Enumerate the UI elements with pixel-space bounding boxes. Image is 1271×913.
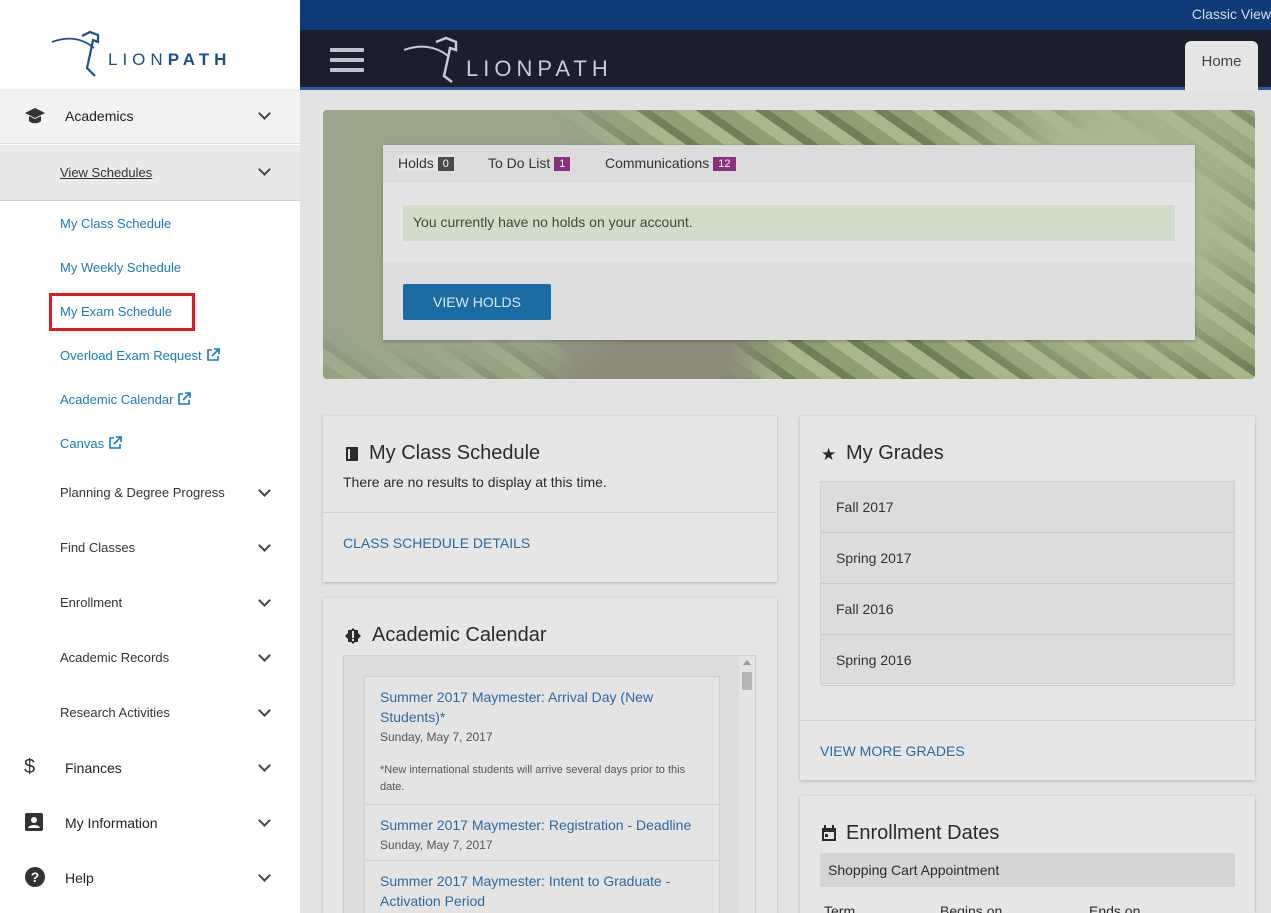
scroll-thumb[interactable] xyxy=(742,672,752,690)
enrollment-dates-card: Enrollment Dates Shopping Cart Appointme… xyxy=(800,796,1255,913)
grade-term-row[interactable]: Fall 2017 xyxy=(821,482,1234,533)
lion-logo-icon xyxy=(403,36,458,83)
book-icon xyxy=(345,446,359,467)
external-link-icon xyxy=(178,392,192,405)
calendar-item-date: Sunday, May 7, 2017 xyxy=(380,838,493,852)
column-term: Term xyxy=(824,903,856,913)
calendar-item-title[interactable]: Summer 2017 Maymester: Intent to Graduat… xyxy=(380,871,704,911)
sidebar-item-finances[interactable]: Finances xyxy=(65,760,122,776)
tab-communications[interactable]: Communications 12 xyxy=(605,155,736,172)
grades-card: ★ My Grades Fall 2017 Spring 2017 Fall 2… xyxy=(800,416,1255,780)
divider xyxy=(800,720,1255,721)
chevron-down-icon[interactable] xyxy=(258,484,271,497)
divider xyxy=(323,512,777,513)
sidebar-item-enrollment[interactable]: Enrollment xyxy=(60,595,122,610)
lionpath-logo: LIONPATH xyxy=(400,36,630,86)
alerts-panel: Holds 0 To Do List 1 Communications 12 You … xyxy=(383,145,1195,340)
view-more-grades-link[interactable]: VIEW MORE GRADES xyxy=(820,743,965,759)
chevron-down-icon[interactable] xyxy=(258,814,271,827)
sidebar-brand-text: LIONPATH xyxy=(108,50,232,69)
calendar-list: Summer 2017 Maymester: Arrival Day (New … xyxy=(343,655,756,913)
class-schedule-card: My Class Schedule There are no results t… xyxy=(323,416,777,582)
alert-icon xyxy=(344,627,362,650)
academic-calendar-link[interactable]: Academic Calendar xyxy=(60,392,192,407)
grade-term-row[interactable]: Spring 2017 xyxy=(821,533,1234,584)
tab-todo[interactable]: To Do List 1 xyxy=(488,155,571,172)
calendar-item[interactable]: Summer 2017 Maymester: Intent to Graduat… xyxy=(365,861,719,913)
help-icon: ? xyxy=(24,866,46,893)
nav-brand-text: LIONPATH xyxy=(466,56,613,81)
external-link-icon xyxy=(206,348,220,361)
canvas-link[interactable]: Canvas xyxy=(60,436,122,451)
academic-calendar-card: Academic Calendar Summer 2017 Maymester:… xyxy=(323,598,777,913)
sidebar-item-find-classes[interactable]: Find Classes xyxy=(60,540,135,555)
calendar-items: Summer 2017 Maymester: Arrival Day (New … xyxy=(364,676,720,913)
holds-message: You currently have no holds on your acco… xyxy=(403,205,1175,241)
grade-term-row[interactable]: Fall 2016 xyxy=(821,584,1234,635)
chevron-down-icon[interactable] xyxy=(258,704,271,717)
calendar-icon xyxy=(821,825,837,847)
view-holds-button[interactable]: VIEW HOLDS xyxy=(403,284,551,320)
sidebar-item-planning-degree-progress[interactable]: Planning & Degree Progress xyxy=(60,485,225,500)
external-link-icon xyxy=(109,436,122,449)
calendar-item[interactable]: Summer 2017 Maymester: Arrival Day (New … xyxy=(365,677,719,805)
todo-count-badge: 1 xyxy=(554,157,571,172)
scroll-up-icon[interactable] xyxy=(743,660,751,665)
chevron-down-icon[interactable] xyxy=(258,539,271,552)
communications-count-badge: 12 xyxy=(713,157,736,172)
sidebar: LIONPATH Academics View Schedules My Cla… xyxy=(0,0,300,913)
grade-term-row[interactable]: Spring 2016 xyxy=(821,635,1234,686)
academic-calendar-title: Academic Calendar xyxy=(372,624,547,646)
sidebar-item-academic-records[interactable]: Academic Records xyxy=(60,650,169,665)
chevron-down-icon[interactable] xyxy=(258,649,271,662)
calendar-scrollbar[interactable] xyxy=(739,656,755,913)
classic-view-link[interactable]: Classic View xyxy=(1192,6,1271,22)
chevron-down-icon xyxy=(258,163,271,176)
sidebar-item-my-information[interactable]: My Information xyxy=(65,815,158,831)
calendar-item-note: *New international students will arrive … xyxy=(380,764,686,793)
column-ends-on: Ends on xyxy=(1089,903,1141,913)
dollar-icon: $ xyxy=(24,756,36,778)
svg-text:?: ? xyxy=(31,869,40,885)
calendar-item-date: Sunday, May 7, 2017 xyxy=(380,730,493,744)
star-icon: ★ xyxy=(821,445,837,464)
sidebar-item-label: View Schedules xyxy=(60,165,153,180)
alerts-tabs: Holds 0 To Do List 1 Communications 12 xyxy=(383,145,1195,183)
sidebar-logo[interactable]: LIONPATH xyxy=(50,30,260,82)
sidebar-item-help[interactable]: Help xyxy=(65,870,94,886)
holds-count-badge: 0 xyxy=(437,157,454,172)
chevron-down-icon[interactable] xyxy=(258,594,271,607)
sidebar-item-view-schedules[interactable]: View Schedules xyxy=(0,145,300,201)
grades-list: Fall 2017 Spring 2017 Fall 2016 Spring 2… xyxy=(820,481,1235,686)
sidebar-item-label: Academics xyxy=(65,108,134,124)
chevron-down-icon[interactable] xyxy=(258,869,271,882)
column-begins-on: Begins on xyxy=(940,903,1003,913)
class-schedule-empty: There are no results to display at this … xyxy=(343,474,607,490)
tab-holds[interactable]: Holds 0 xyxy=(398,155,454,172)
chevron-down-icon[interactable] xyxy=(258,759,271,772)
calendar-item-title[interactable]: Summer 2017 Maymester: Arrival Day (New … xyxy=(380,687,704,727)
alerts-footer: VIEW HOLDS xyxy=(383,263,1195,340)
my-class-schedule-link[interactable]: My Class Schedule xyxy=(60,216,171,231)
calendar-item-title[interactable]: Summer 2017 Maymester: Registration - De… xyxy=(380,815,704,835)
chevron-down-icon xyxy=(258,107,271,120)
graduation-cap-icon xyxy=(24,107,46,130)
shopping-cart-appointment-header: Shopping Cart Appointment xyxy=(820,853,1235,887)
tab-home[interactable]: Home xyxy=(1185,41,1258,93)
lion-logo-icon xyxy=(51,30,100,77)
class-schedule-details-link[interactable]: CLASS SCHEDULE DETAILS xyxy=(343,535,530,551)
sidebar-item-academics[interactable]: Academics xyxy=(0,89,300,144)
class-schedule-title: My Class Schedule xyxy=(369,442,541,464)
calendar-item[interactable]: Summer 2017 Maymester: Registration - De… xyxy=(365,805,719,861)
my-weekly-schedule-link[interactable]: My Weekly Schedule xyxy=(60,260,181,275)
sidebar-item-research-activities[interactable]: Research Activities xyxy=(60,705,170,720)
highlight-box xyxy=(49,293,195,331)
id-card-icon xyxy=(24,812,44,837)
enrollment-dates-title: Enrollment Dates xyxy=(846,822,1000,844)
grades-title: My Grades xyxy=(846,442,944,464)
overload-exam-request-link[interactable]: Overload Exam Request xyxy=(60,348,220,363)
menu-icon[interactable] xyxy=(330,48,364,72)
